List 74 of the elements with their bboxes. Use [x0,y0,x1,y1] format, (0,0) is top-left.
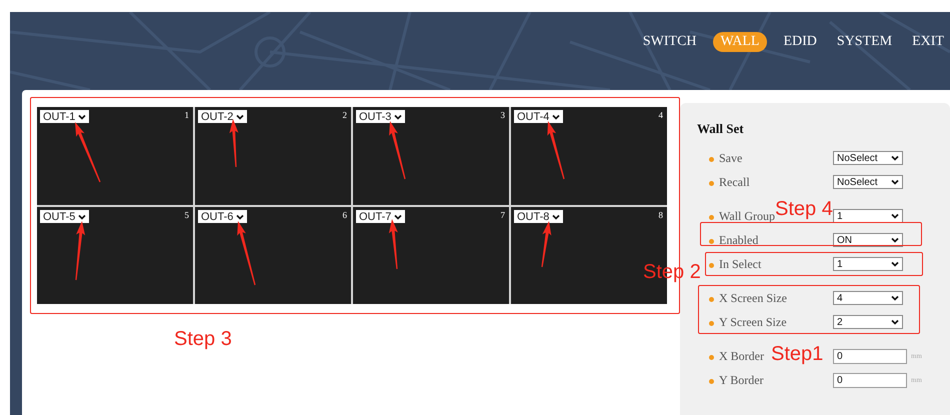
chevron-icon [236,214,244,220]
nav-tab[interactable]: SWITCH [634,32,705,52]
chevron-icon [552,214,560,220]
screen-number: 8 [658,210,663,220]
screen-number: 4 [658,110,663,120]
annotation-arrow [229,119,238,167]
dropdown[interactable]: NoSelect [833,151,903,165]
output-dropdown[interactable]: OUT-2 [198,110,248,123]
nav-tab[interactable]: EXIT [904,32,950,52]
field-label: Recall [719,174,750,190]
chevron-icon [236,114,244,120]
input-field[interactable]: 0 [833,372,907,388]
field-label: Y Border [719,372,764,388]
output-dropdown[interactable]: OUT-4 [514,110,564,123]
output-dropdown[interactable]: OUT-1 [40,110,90,123]
chevron-icon [891,261,899,267]
annotation-arrow [75,221,86,280]
step-annotation: Step 3 [174,328,233,351]
dropdown[interactable]: 1 [833,209,903,223]
chevron-icon [891,155,899,161]
chevron-icon [891,237,899,243]
field-label: Enabled [719,232,758,248]
bullet-icon [709,239,714,244]
annotation-arrow [547,121,565,180]
screen-number: 3 [500,110,505,120]
chevron-icon [552,114,560,120]
output-dropdown[interactable]: OUT-5 [40,210,90,223]
bullet-icon [709,297,714,302]
output-dropdown[interactable]: OUT-7 [356,210,406,223]
dropdown[interactable]: 2 [833,315,903,329]
output-dropdown[interactable]: OUT-6 [198,210,248,223]
nav-tab[interactable]: SYSTEM [828,32,900,52]
annotation-arrow [237,221,256,286]
chevron-icon [394,114,402,120]
output-dropdown[interactable]: OUT-3 [356,110,406,123]
dropdown[interactable]: 1 [833,257,903,271]
field-label: Wall Group [719,208,776,224]
bullet-icon [709,321,714,326]
bullet-icon [709,379,714,384]
field-label: Save [719,150,742,166]
screen-number: 7 [500,210,505,220]
chevron-icon [78,114,86,120]
screen-number: 1 [184,110,189,120]
dropdown[interactable]: 4 [833,291,903,305]
panel-title: Wall Set [697,121,745,137]
bullet-icon [709,355,714,360]
screen-number: 2 [342,110,347,120]
field-label: In Select [719,256,762,272]
field-label: X Border [719,348,764,364]
step-annotation: Step 4 [775,198,833,221]
screen-number: 6 [342,210,347,220]
chevron-icon [891,213,899,219]
bullet-icon [709,215,714,220]
bullet-icon [709,157,714,162]
input-field[interactable]: 0 [833,348,907,364]
chevron-icon [78,214,86,220]
chevron-icon [891,179,899,185]
chevron-icon [891,295,899,301]
output-dropdown[interactable]: OUT-8 [514,210,564,223]
chevron-icon [394,214,402,220]
step-annotation: Step1 [771,343,824,366]
chevron-icon [891,319,899,325]
dropdown[interactable]: ON [833,233,903,247]
field-label: Y Screen Size [719,314,787,330]
annotation-arrow [75,122,101,182]
bullet-icon [709,181,714,186]
field-label: X Screen Size [719,290,787,306]
annotation-arrow [388,219,398,270]
screen-number: 5 [184,210,189,220]
bullet-icon [709,263,714,268]
nav-tab[interactable]: EDID [775,32,825,52]
annotation-arrow [389,121,406,180]
dropdown[interactable]: NoSelect [833,175,903,189]
annotation-arrow [541,221,552,268]
